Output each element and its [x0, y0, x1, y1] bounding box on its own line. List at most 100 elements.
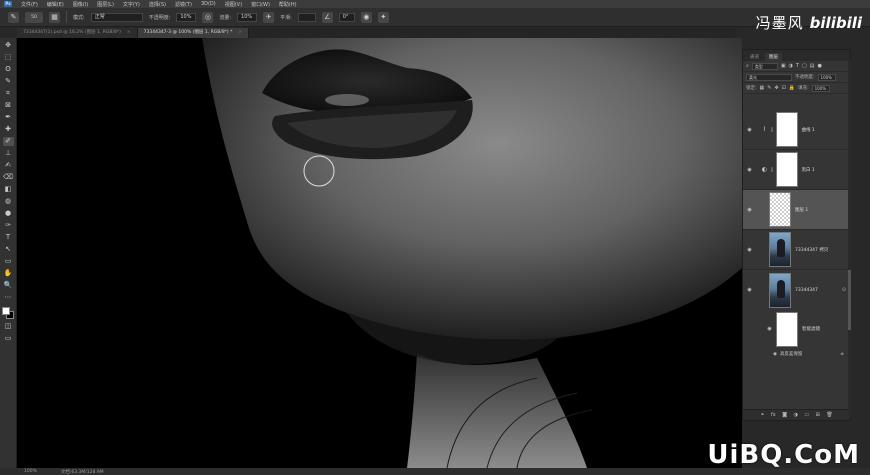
filter-kind-select[interactable]: 类型 — [751, 62, 778, 70]
pressure-size-icon[interactable]: ◉ — [360, 11, 372, 23]
lock-all-icon[interactable]: 🔒 — [789, 85, 795, 91]
brush-tool-icon[interactable]: ✐ — [2, 137, 14, 146]
airbrush-icon[interactable]: ✈ — [263, 11, 275, 23]
menu-view[interactable]: 视图(V) — [225, 1, 242, 8]
zoom-tool-icon[interactable]: 🔍 — [3, 281, 14, 290]
menu-window[interactable]: 窗口(W) — [251, 1, 270, 8]
smoothing-input[interactable] — [297, 12, 316, 22]
color-swatches[interactable] — [2, 307, 14, 319]
brush-tool-preset-icon[interactable]: ✎ — [8, 11, 19, 23]
zoom-level[interactable]: 100% — [24, 469, 37, 474]
type-tool-icon[interactable]: T — [3, 233, 14, 242]
layer-photo-copy[interactable]: ◉ 73344347 拷贝 — [743, 230, 850, 270]
filter-toggle-icon[interactable]: ● — [817, 63, 821, 69]
filter-mask-thumbnail[interactable] — [776, 311, 798, 347]
menu-edit[interactable]: 编辑(E) — [47, 1, 64, 8]
layer-name[interactable]: 黑白 1 — [802, 167, 815, 173]
eyedropper-tool-icon[interactable]: ✒ — [3, 113, 14, 122]
menu-select[interactable]: 选择(S) — [149, 1, 166, 8]
layer-name[interactable]: 曲线 1 — [802, 127, 815, 133]
close-icon[interactable]: × — [238, 28, 242, 38]
tab-layers[interactable]: 图层 — [765, 53, 782, 61]
screen-mode-icon[interactable]: ▭ — [3, 334, 14, 343]
quick-select-tool-icon[interactable]: ✎ — [3, 77, 14, 86]
lock-image-icon[interactable]: ✎ — [767, 85, 771, 91]
foreground-color-swatch[interactable] — [2, 307, 10, 315]
blur-tool-icon[interactable]: ◍ — [3, 197, 14, 206]
crop-tool-icon[interactable]: ⌗ — [3, 89, 14, 98]
link-layers-icon[interactable]: ⚭ — [760, 412, 764, 418]
smart-object-icon[interactable]: ⊙ — [842, 287, 846, 293]
layer-name[interactable]: 图层 1 — [795, 207, 808, 213]
layer-mask-thumbnail[interactable] — [775, 152, 798, 187]
pressure-opacity-icon[interactable]: ◎ — [202, 11, 214, 23]
eye-icon[interactable]: ◉ — [773, 352, 777, 357]
angle-input[interactable]: 0° — [338, 12, 355, 22]
layer-mask-thumbnail[interactable] — [775, 112, 798, 147]
trash-icon[interactable]: 🗑 — [826, 412, 832, 418]
eraser-tool-icon[interactable]: ⌫ — [3, 173, 14, 182]
menu-type[interactable]: 文字(Y) — [123, 1, 140, 8]
layer-1[interactable]: ◉ 图层 1 — [743, 190, 850, 230]
brush-panel-icon[interactable]: ▦ — [49, 11, 60, 23]
menu-filter[interactable]: 滤镜(T) — [175, 1, 192, 8]
eye-icon[interactable]: ◉ — [745, 207, 754, 213]
lock-position-icon[interactable]: ✥ — [774, 85, 778, 91]
layer-thumbnail[interactable] — [769, 272, 791, 308]
layer-thumbnail[interactable] — [769, 232, 791, 267]
lasso-tool-icon[interactable]: ʘ — [3, 65, 14, 74]
menu-help[interactable]: 帮助(H) — [279, 1, 297, 8]
dodge-tool-icon[interactable]: ● — [3, 209, 14, 218]
layer-opacity-input[interactable]: 100% — [817, 73, 836, 81]
new-group-icon[interactable]: ▭ — [804, 412, 809, 418]
layers-scroll-thumb[interactable] — [848, 270, 851, 330]
menu-file[interactable]: 文件(F) — [21, 1, 38, 8]
smart-filters-row[interactable]: ◉ 智能滤镜 — [743, 310, 850, 348]
document-tab-1[interactable]: 73344347(1).psd @ 16.2% (图层 1, RGB/8*) × — [17, 28, 138, 38]
flow-input[interactable]: 10% — [237, 12, 258, 22]
eye-icon[interactable]: ◉ — [745, 247, 754, 253]
adjustment-layer-icon[interactable]: ◑ — [794, 412, 798, 418]
layers-scrollbar[interactable] — [848, 60, 851, 415]
layer-black-white[interactable]: ◉ ◐ ∥ 黑白 1 — [743, 150, 850, 190]
shape-tool-icon[interactable]: ▭ — [3, 257, 14, 266]
brush-size-picker[interactable]: 50 — [25, 11, 43, 23]
lock-transparent-icon[interactable]: ▦ — [760, 85, 765, 91]
filter-pixel-icon[interactable]: ▣ — [781, 63, 786, 69]
more-tools-icon[interactable]: ⋯ — [3, 293, 14, 302]
layer-curves[interactable]: ◉ ⌇ ∥ 曲线 1 — [743, 110, 850, 150]
pen-tool-icon[interactable]: ✑ — [3, 221, 14, 230]
sub-filter-row[interactable]: ◉ 高反差保留 ≑ — [743, 350, 850, 358]
symmetry-icon[interactable]: ✦ — [377, 11, 389, 23]
angle-icon[interactable]: ∠ — [321, 11, 333, 23]
filter-options-icon[interactable]: ≑ — [840, 352, 844, 357]
fill-input[interactable]: 100% — [811, 84, 830, 92]
close-icon[interactable]: × — [127, 28, 131, 38]
stamp-tool-icon[interactable]: ⊥ — [3, 149, 14, 158]
opacity-input[interactable]: 10% — [176, 12, 197, 22]
eye-icon[interactable]: ◉ — [765, 326, 774, 332]
marquee-tool-icon[interactable]: ⬚ — [3, 53, 14, 62]
fx-icon[interactable]: fx — [771, 412, 776, 418]
add-mask-icon[interactable]: ◙ — [782, 412, 787, 418]
layer-photo[interactable]: ◉ 73344347 ⊙ — [743, 270, 850, 310]
frame-tool-icon[interactable]: ⊠ — [3, 101, 14, 110]
filter-type-icon[interactable]: T — [796, 63, 799, 69]
menu-image[interactable]: 图像(I) — [73, 1, 88, 8]
eye-icon[interactable]: ◉ — [745, 127, 754, 133]
healing-tool-icon[interactable]: ✚ — [3, 125, 14, 134]
eye-icon[interactable]: ◉ — [745, 167, 754, 173]
layer-thumbnail[interactable] — [769, 192, 791, 227]
gradient-tool-icon[interactable]: ◧ — [3, 185, 14, 194]
lock-artboard-icon[interactable]: ⊡ — [782, 85, 786, 91]
move-tool-icon[interactable]: ✥ — [3, 41, 14, 50]
filter-adjustment-icon[interactable]: ◑ — [789, 63, 793, 69]
new-layer-icon[interactable]: ⊞ — [816, 412, 820, 418]
menu-layer[interactable]: 图层(L) — [97, 1, 114, 8]
hand-tool-icon[interactable]: ✋ — [3, 269, 14, 278]
path-select-tool-icon[interactable]: ↖ — [3, 245, 14, 254]
quick-mask-icon[interactable]: ◫ — [3, 322, 14, 331]
menu-3d[interactable]: 3D(D) — [201, 1, 216, 7]
filter-shape-icon[interactable]: ▢ — [802, 63, 807, 69]
blend-mode-select[interactable]: 柔光 — [746, 73, 792, 81]
